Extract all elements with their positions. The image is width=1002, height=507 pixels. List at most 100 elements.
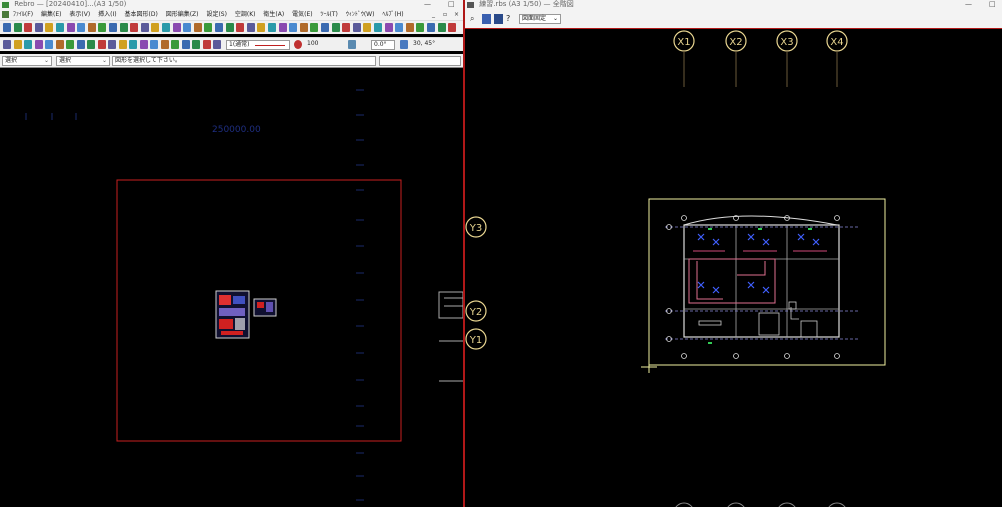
toolbar-tool-icon[interactable]	[204, 23, 213, 32]
menu-basic-shapes[interactable]: 基本図形(D)	[124, 9, 157, 20]
toolbar-tool-icon[interactable]	[77, 23, 86, 32]
toolbar-file-icon[interactable]	[34, 40, 43, 49]
toolbar-file-icon[interactable]	[13, 40, 22, 49]
drawing-thumbnail-small[interactable]	[253, 298, 277, 317]
maximize-icon[interactable]: □	[989, 0, 996, 9]
mdi-close-icon[interactable]: ×	[454, 9, 459, 20]
minimize-icon[interactable]: —	[424, 0, 431, 9]
menu-file[interactable]: ﾌｧｲﾙ(F)	[13, 9, 33, 20]
menu-tools[interactable]: ﾂｰﾙ(T)	[321, 9, 338, 20]
floor-plan[interactable]	[665, 215, 860, 359]
toolbar-tool-icon[interactable]	[34, 23, 43, 32]
grid-bubble-x2[interactable]: X2	[725, 30, 747, 52]
toolbar-file-icon[interactable]	[192, 40, 200, 49]
search-icon[interactable]: ⌕	[470, 14, 479, 24]
toolbar-file-icon[interactable]	[171, 40, 179, 49]
toolbar-tool-icon[interactable]	[331, 23, 340, 32]
toolbar-tool-icon[interactable]	[448, 23, 457, 32]
toolbar-tool-icon[interactable]	[310, 23, 319, 32]
toolbar-tool-icon[interactable]	[215, 23, 223, 32]
right-drawing-canvas[interactable]: X1 X2 X3 X4 Y3 Y2 Y1	[465, 29, 1002, 507]
toolbar-tool-icon[interactable]	[98, 23, 107, 32]
toolbar-file-icon[interactable]	[66, 40, 74, 49]
toolbar-tool-icon[interactable]	[246, 23, 255, 32]
toolbar-tool-icon[interactable]	[140, 23, 149, 32]
toolbar-tool-icon[interactable]	[119, 23, 128, 32]
toolbar-file-icon[interactable]	[160, 40, 169, 49]
toolbar-file-icon[interactable]	[97, 40, 106, 49]
toolbar-tool-icon[interactable]	[172, 23, 181, 32]
menu-sanitary[interactable]: 衛生(A)	[263, 9, 284, 20]
menu-settings[interactable]: 設定(S)	[206, 9, 227, 20]
select-filter-dropdown[interactable]: 選択 ⌄	[56, 56, 110, 66]
toolbar-tool-icon[interactable]	[87, 23, 96, 32]
toolbar-tool-icon[interactable]	[13, 23, 22, 32]
toolbar-tool-icon[interactable]	[427, 23, 435, 32]
menu-shape-edit[interactable]: 図形編集(Z)	[166, 9, 199, 20]
toolbar-tool-icon[interactable]	[342, 23, 351, 32]
grid-bubble-y1[interactable]: Y1	[465, 328, 487, 350]
toolbar-tool-icon[interactable]	[24, 23, 33, 32]
toolbar-tool-icon[interactable]	[374, 23, 382, 32]
toolbar-tool-icon[interactable]	[437, 23, 446, 32]
grid-bubble-y3[interactable]: Y3	[465, 216, 487, 238]
toolbar-file-icon[interactable]	[213, 40, 221, 49]
toolbar-file-icon[interactable]	[45, 40, 53, 49]
menu-help[interactable]: ﾍﾙﾌﾟ(H)	[382, 9, 403, 20]
menu-insert[interactable]: 挿入(I)	[98, 9, 116, 20]
grid-bubble-x1[interactable]: X1	[673, 30, 695, 52]
toolbar-file-icon[interactable]	[108, 40, 116, 49]
toolbar-tool-icon[interactable]	[162, 23, 170, 32]
toolbar-tool-icon[interactable]	[257, 23, 266, 32]
toolbar-tool-icon[interactable]	[45, 23, 54, 32]
angle-field[interactable]: 0.0°	[371, 40, 395, 50]
toolbar-tool-icon[interactable]	[278, 23, 287, 32]
grid-bubble-y2[interactable]: Y2	[465, 300, 487, 322]
toolbar-tool-icon[interactable]	[268, 23, 276, 32]
mdi-restore-icon[interactable]: ▫	[443, 9, 447, 20]
maximize-icon[interactable]: □	[448, 0, 455, 9]
toolbar-tool-icon[interactable]	[416, 23, 425, 32]
minimize-icon[interactable]: —	[965, 0, 972, 9]
toolbar-tool-icon[interactable]	[66, 23, 75, 32]
toolbar-file-icon[interactable]	[118, 40, 127, 49]
toolbar-tool-icon[interactable]	[109, 23, 117, 32]
toolbar-file-icon[interactable]	[3, 40, 11, 49]
toolbar-tool-icon[interactable]	[395, 23, 404, 32]
menu-hvac[interactable]: 空調(K)	[235, 9, 256, 20]
drawing-thumbnail-main[interactable]	[215, 290, 250, 339]
grid-bubble-x3[interactable]: X3	[776, 30, 798, 52]
toolbar-tool-icon[interactable]	[352, 23, 361, 32]
toolbar-file-icon[interactable]	[150, 40, 158, 49]
toolbar-tool-icon[interactable]	[321, 23, 329, 32]
layer-select[interactable]: 1(通常)	[226, 40, 290, 50]
toolbar-tool-icon[interactable]	[56, 23, 64, 32]
toolbar-tool-icon[interactable]	[236, 23, 245, 32]
menu-edit[interactable]: 編集(E)	[41, 9, 61, 20]
select-mode-dropdown[interactable]: 選択 ⌄	[2, 56, 52, 66]
toolbar-tool-icon[interactable]	[193, 23, 202, 32]
tree-icon[interactable]	[494, 14, 503, 24]
toolbar-file-icon[interactable]	[55, 40, 64, 49]
toolbar-tool-icon[interactable]	[289, 23, 298, 32]
grid-bubble-x4[interactable]: X4	[826, 30, 848, 52]
toolbar-tool-icon[interactable]	[363, 23, 372, 32]
toolbar-tool-icon[interactable]	[405, 23, 414, 32]
command-input[interactable]	[379, 56, 461, 66]
scale-field[interactable]: 100	[305, 40, 341, 50]
toolbar-tool-icon[interactable]	[384, 23, 393, 32]
snap-angle-field[interactable]: 30, 45°	[411, 40, 457, 50]
toolbar-tool-icon[interactable]	[299, 23, 308, 32]
toolbar-tool-icon[interactable]	[3, 23, 11, 32]
toolbar-file-icon[interactable]	[139, 40, 148, 49]
toolbar-tool-icon[interactable]	[151, 23, 160, 32]
color-picker-icon[interactable]	[294, 40, 302, 49]
left-drawing-canvas[interactable]: 250000.00	[0, 68, 463, 507]
toolbar-file-icon[interactable]	[76, 40, 85, 49]
menu-electrical[interactable]: 電気(E)	[292, 9, 312, 20]
toolbar-file-icon[interactable]	[181, 40, 190, 49]
toolbar-tool-icon[interactable]	[130, 23, 139, 32]
toolbar-file-icon[interactable]	[87, 40, 95, 49]
menu-view[interactable]: 表示(V)	[69, 9, 90, 20]
view-mode-dropdown[interactable]: 図面固定 ⌄	[519, 14, 561, 24]
